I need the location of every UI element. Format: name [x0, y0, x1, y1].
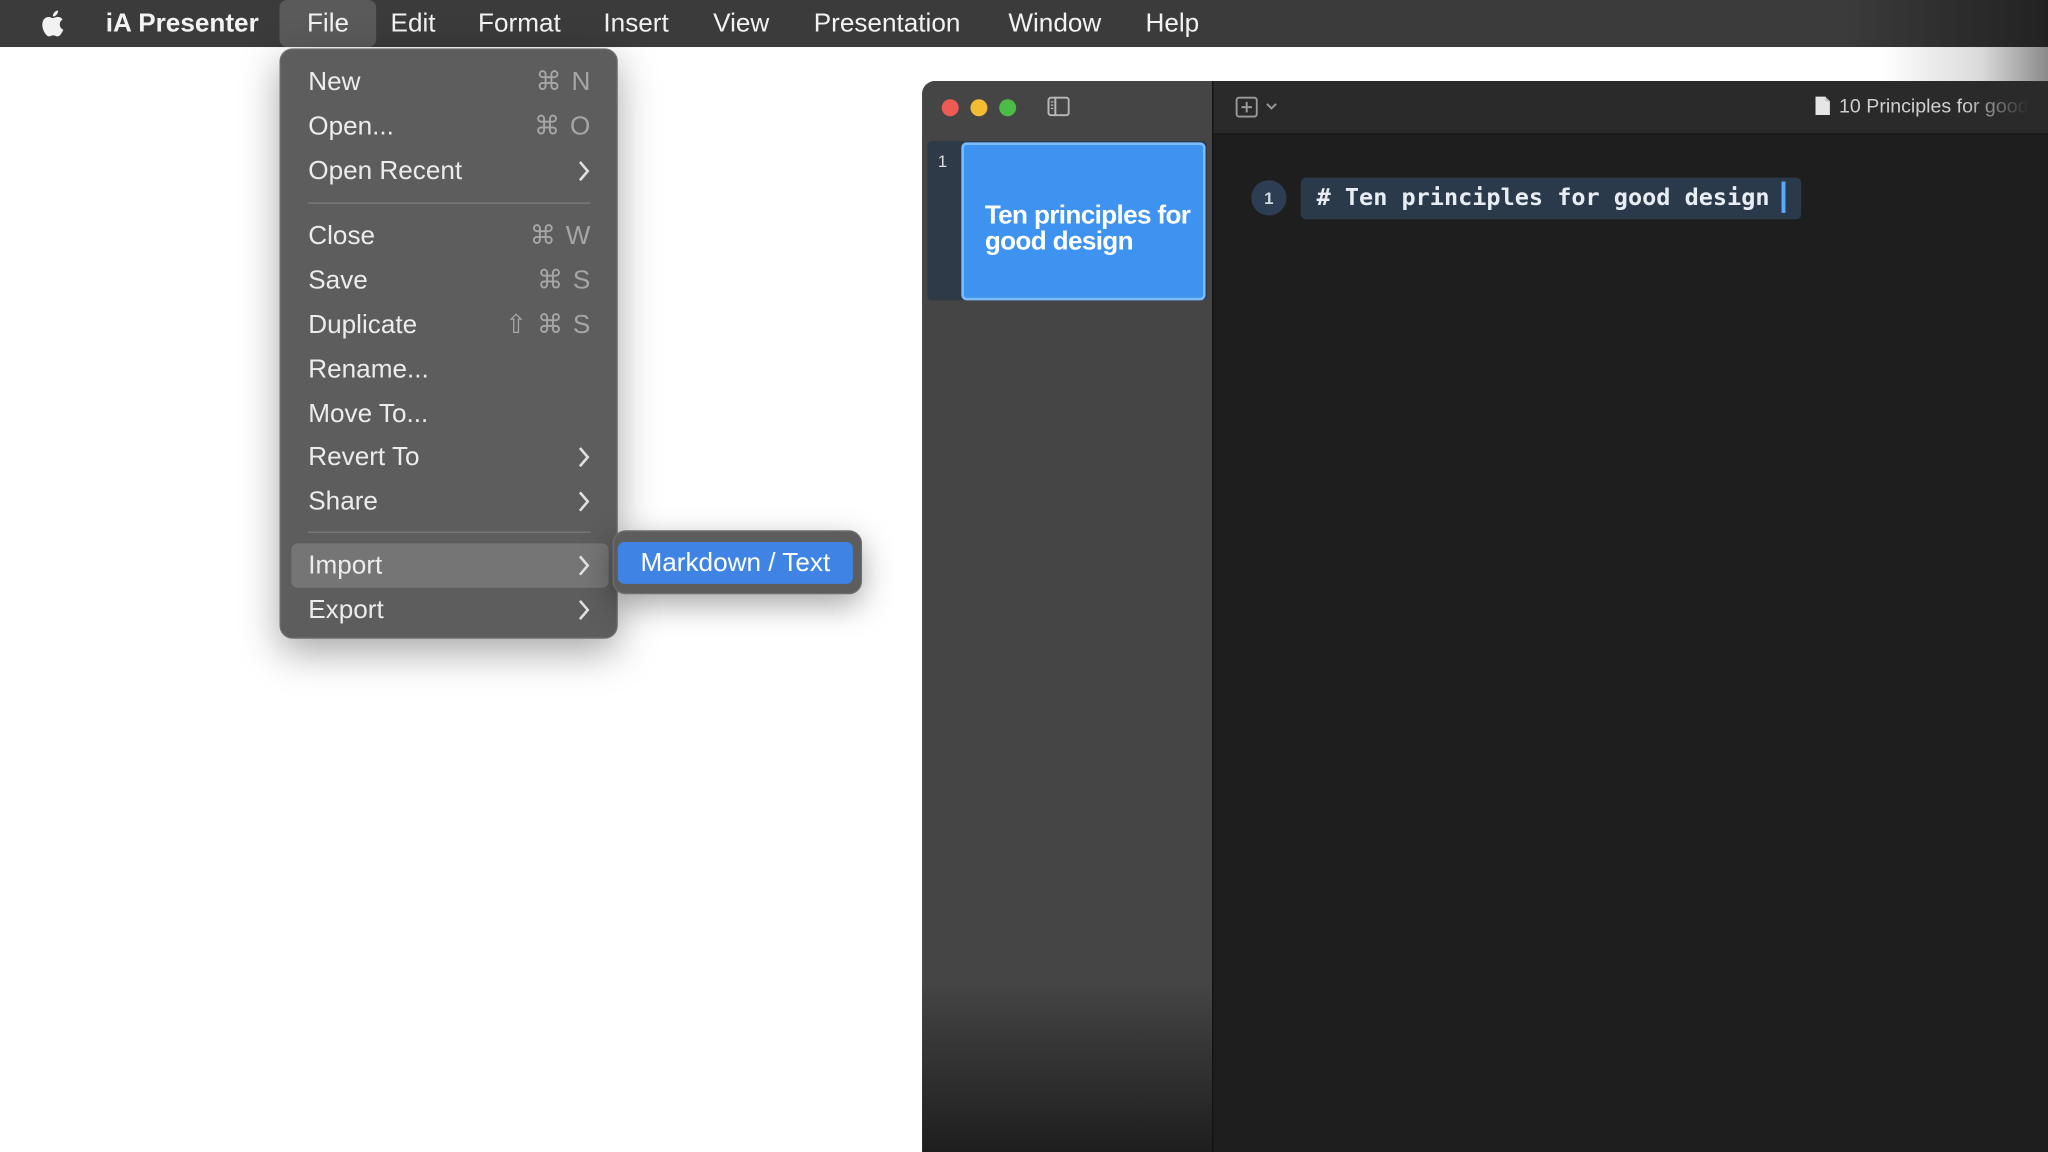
menu-item-label: Move To... [308, 399, 429, 429]
menu-item-label: Rename... [308, 355, 429, 384]
menu-help[interactable]: Help [1145, 0, 1199, 47]
menu-format[interactable]: Format [478, 0, 561, 47]
chevron-right-icon [578, 555, 590, 576]
menu-item-label: New [308, 67, 361, 97]
menu-item-label: Share [308, 487, 378, 516]
markdown-editor[interactable]: 1 # Ten principles for good design [1213, 134, 2048, 1152]
shortcut-label: ⌘ N [535, 67, 592, 97]
shortcut-label: ⌘ W [529, 222, 592, 251]
menu-item-new[interactable]: New ⌘ N [291, 60, 608, 104]
menu-item-open-recent[interactable]: Open Recent [291, 149, 608, 193]
menu-file[interactable]: File [279, 0, 377, 48]
menu-item-label: Revert To [308, 442, 420, 472]
slide-thumbnail[interactable]: Ten principles for good design [961, 142, 1206, 301]
block-number-badge: 1 [1251, 180, 1287, 216]
menu-item-label: Duplicate [308, 310, 418, 340]
chevron-right-icon [578, 491, 590, 512]
chevron-right-icon [578, 161, 590, 182]
menu-item-revert-to[interactable]: Revert To [291, 435, 608, 479]
menu-item-duplicate[interactable]: Duplicate ⇧ ⌘ S [291, 303, 608, 347]
slide-thumbnail-title: Ten principles for good design [984, 201, 1191, 256]
menu-edit[interactable]: Edit [391, 0, 436, 47]
chevron-right-icon [578, 599, 590, 620]
menu-item-label: Export [308, 595, 384, 625]
menu-item-label: Open... [308, 112, 394, 142]
menu-insert[interactable]: Insert [603, 0, 668, 47]
close-window-button[interactable] [941, 99, 959, 117]
menu-item-rename[interactable]: Rename... [291, 347, 608, 391]
menu-separator [308, 531, 591, 533]
menu-item-share[interactable]: Share [291, 479, 608, 523]
file-menu-dropdown: New ⌘ N Open... ⌘ O Open Recent Close ⌘ … [279, 48, 618, 639]
zoom-window-button[interactable] [999, 99, 1017, 117]
shortcut-label: ⇧ ⌘ S [505, 310, 592, 340]
screen: iA Presenter File Edit Format Insert Vie… [0, 0, 2048, 1152]
menu-presentation[interactable]: Presentation [814, 0, 961, 47]
import-submenu: Markdown / Text [612, 530, 863, 595]
submenu-item-markdown-text[interactable]: Markdown / Text [617, 542, 853, 584]
document-icon [1815, 96, 1830, 115]
menu-separator [308, 202, 591, 204]
chevron-down-icon[interactable] [1266, 102, 1278, 111]
chevron-right-icon [578, 447, 590, 468]
slide-sidebar: 1 Ten principles for good design [922, 80, 1214, 1152]
slide-number: 1 [937, 151, 948, 172]
slide-list-item[interactable]: 1 Ten principles for good design [927, 141, 1207, 301]
menu-item-move-to[interactable]: Move To... [291, 392, 608, 436]
shortcut-label: ⌘ O [534, 112, 592, 142]
document-title: 10 Principles for good [1814, 81, 2029, 133]
menu-item-label: Open Recent [308, 156, 463, 186]
add-block-icon[interactable] [1235, 96, 1258, 118]
minimize-window-button[interactable] [970, 99, 988, 117]
menu-window[interactable]: Window [1008, 0, 1101, 47]
menu-item-label: Save [308, 266, 368, 296]
apple-logo-icon[interactable] [37, 7, 71, 41]
editor-toolbar: 10 Principles for good [1213, 80, 2048, 135]
sidebar-toggle-icon[interactable] [1047, 96, 1070, 117]
menu-item-import[interactable]: Import [291, 543, 609, 588]
editor-line-text: # Ten principles for good design [1316, 184, 1770, 212]
document-title-text: 10 Principles for good [1839, 95, 2029, 118]
menu-item-label: Import [308, 551, 383, 580]
app-window: 1 Ten principles for good design 10 Prin… [922, 80, 2048, 1152]
menu-app-name[interactable]: iA Presenter [106, 0, 259, 47]
menu-bar: iA Presenter File Edit Format Insert Vie… [0, 0, 2048, 48]
menu-item-close[interactable]: Close ⌘ W [291, 214, 608, 258]
shortcut-label: ⌘ S [536, 266, 592, 296]
background-shade [1880, 47, 2048, 81]
editor-line[interactable]: # Ten principles for good design [1300, 177, 1801, 220]
menu-item-open[interactable]: Open... ⌘ O [291, 104, 608, 148]
menu-item-label: Close [308, 222, 376, 251]
menu-item-save[interactable]: Save ⌘ S [291, 259, 608, 303]
menu-item-export[interactable]: Export [291, 588, 608, 632]
text-caret [1781, 180, 1786, 213]
menu-view[interactable]: View [713, 0, 769, 47]
